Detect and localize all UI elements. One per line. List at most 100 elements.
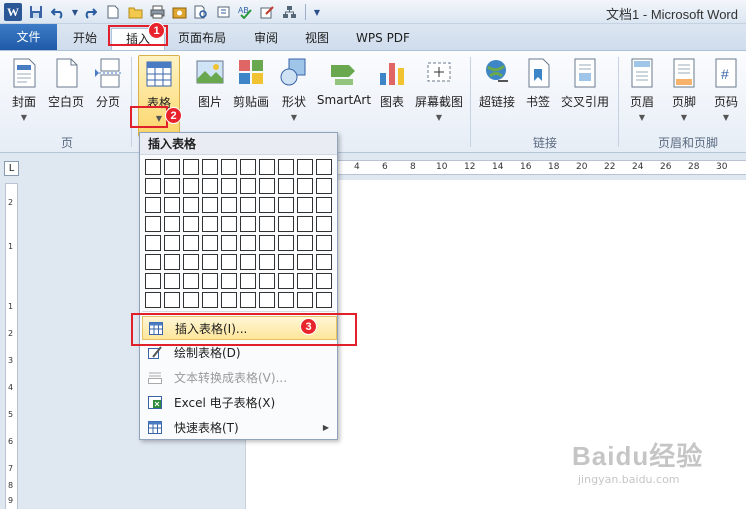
tab-wps-pdf[interactable]: WPS PDF: [349, 28, 417, 50]
table-grid-cell[interactable]: [145, 197, 161, 213]
redo-icon[interactable]: [81, 3, 99, 21]
customize-quick-access-icon[interactable]: ▼: [308, 3, 326, 21]
table-grid-cell[interactable]: [316, 254, 332, 270]
table-grid-cell[interactable]: [164, 159, 180, 175]
page-break-button[interactable]: 分页: [90, 55, 126, 141]
table-grid-cell[interactable]: [259, 254, 275, 270]
table-grid-cell[interactable]: [202, 292, 218, 308]
table-grid-cell[interactable]: [164, 273, 180, 289]
table-grid-cell[interactable]: [202, 235, 218, 251]
attach-icon[interactable]: [214, 3, 232, 21]
table-grid-cell[interactable]: [240, 254, 256, 270]
print-icon[interactable]: [148, 3, 166, 21]
table-grid-cell[interactable]: [240, 216, 256, 232]
cover-page-button[interactable]: 封面 ▼: [6, 55, 42, 141]
shapes-button[interactable]: 形状 ▼: [276, 55, 312, 141]
table-grid-cell[interactable]: [316, 197, 332, 213]
header-button[interactable]: 页眉 ▼: [624, 55, 660, 141]
table-grid-cell[interactable]: [221, 197, 237, 213]
table-grid-cell[interactable]: [164, 292, 180, 308]
table-grid-cell[interactable]: [240, 159, 256, 175]
excel-spreadsheet-menu-item[interactable]: Excel 电子表格(X): [142, 391, 337, 415]
save-icon[interactable]: [27, 3, 45, 21]
cross-reference-button[interactable]: 交叉引用: [558, 55, 612, 141]
tab-review[interactable]: 审阅: [243, 28, 289, 50]
network-icon[interactable]: [280, 3, 298, 21]
tab-stop-selector[interactable]: L: [4, 161, 19, 176]
table-grid-cell[interactable]: [202, 159, 218, 175]
table-grid-cell[interactable]: [297, 235, 313, 251]
table-grid-cell[interactable]: [145, 216, 161, 232]
blank-page-button[interactable]: 空白页: [44, 55, 88, 141]
table-grid-cell[interactable]: [164, 235, 180, 251]
text-to-table-menu-item[interactable]: 文本转换成表格(V)...: [142, 366, 337, 390]
table-grid-cell[interactable]: [259, 292, 275, 308]
page-number-button[interactable]: # 页码 ▼: [708, 55, 744, 141]
table-grid-cell[interactable]: [221, 159, 237, 175]
table-grid-cell[interactable]: [221, 273, 237, 289]
table-grid-cell[interactable]: [145, 159, 161, 175]
table-grid-cell[interactable]: [259, 216, 275, 232]
table-grid-cell[interactable]: [297, 178, 313, 194]
picture-button[interactable]: 图片: [192, 55, 228, 141]
table-grid-cell[interactable]: [316, 273, 332, 289]
table-grid-cell[interactable]: [278, 159, 294, 175]
table-grid-cell[interactable]: [316, 235, 332, 251]
table-grid-cell[interactable]: [221, 178, 237, 194]
table-grid-cell[interactable]: [259, 178, 275, 194]
table-grid-cell[interactable]: [145, 235, 161, 251]
table-grid-cell[interactable]: [297, 159, 313, 175]
footer-button[interactable]: 页脚 ▼: [666, 55, 702, 141]
table-grid-cell[interactable]: [316, 159, 332, 175]
table-grid-cell[interactable]: [202, 254, 218, 270]
quick-print-icon[interactable]: [170, 3, 188, 21]
table-grid-cell[interactable]: [164, 178, 180, 194]
table-grid-cell[interactable]: [297, 292, 313, 308]
quick-tables-menu-item[interactable]: 快速表格(T) ▶: [142, 416, 337, 440]
undo-icon[interactable]: [49, 3, 67, 21]
table-grid-cell[interactable]: [183, 178, 199, 194]
table-grid-cell[interactable]: [145, 273, 161, 289]
tab-home[interactable]: 开始: [62, 28, 108, 50]
table-grid-cell[interactable]: [316, 178, 332, 194]
table-grid-cell[interactable]: [278, 216, 294, 232]
table-grid-cell[interactable]: [145, 292, 161, 308]
table-grid-cell[interactable]: [145, 254, 161, 270]
table-grid-cell[interactable]: [183, 254, 199, 270]
tab-page-layout[interactable]: 页面布局: [170, 28, 234, 50]
table-grid-cell[interactable]: [240, 178, 256, 194]
table-grid-cell[interactable]: [240, 292, 256, 308]
chart-button[interactable]: 图表: [376, 55, 408, 141]
table-grid-cell[interactable]: [278, 235, 294, 251]
table-grid-cell[interactable]: [259, 197, 275, 213]
table-grid-cell[interactable]: [278, 254, 294, 270]
tab-view[interactable]: 视图: [294, 28, 340, 50]
table-grid-cell[interactable]: [278, 292, 294, 308]
table-grid-cell[interactable]: [202, 216, 218, 232]
table-grid-cell[interactable]: [164, 197, 180, 213]
hyperlink-button[interactable]: 超链接: [476, 55, 518, 141]
table-grid-cell[interactable]: [297, 254, 313, 270]
table-grid-cell[interactable]: [259, 235, 275, 251]
new-document-icon[interactable]: [104, 3, 122, 21]
table-grid-cell[interactable]: [221, 292, 237, 308]
table-grid-cell[interactable]: [259, 273, 275, 289]
table-grid-cell[interactable]: [221, 216, 237, 232]
table-grid-cell[interactable]: [221, 254, 237, 270]
table-grid-cell[interactable]: [183, 235, 199, 251]
bookmark-button[interactable]: 书签: [522, 55, 554, 141]
table-grid-cell[interactable]: [183, 273, 199, 289]
open-folder-icon[interactable]: [126, 3, 144, 21]
table-grid-cell[interactable]: [202, 178, 218, 194]
table-grid-cell[interactable]: [316, 216, 332, 232]
print-preview-icon[interactable]: [192, 3, 210, 21]
table-grid-cell[interactable]: [297, 273, 313, 289]
table-grid-cell[interactable]: [202, 273, 218, 289]
tab-file[interactable]: 文件: [0, 24, 57, 50]
table-grid-cell[interactable]: [240, 273, 256, 289]
spell-check-icon[interactable]: AB: [236, 3, 254, 21]
clip-art-button[interactable]: 剪贴画: [231, 55, 271, 141]
table-grid-cell[interactable]: [202, 197, 218, 213]
edit-icon[interactable]: [258, 3, 276, 21]
table-grid-cell[interactable]: [278, 273, 294, 289]
